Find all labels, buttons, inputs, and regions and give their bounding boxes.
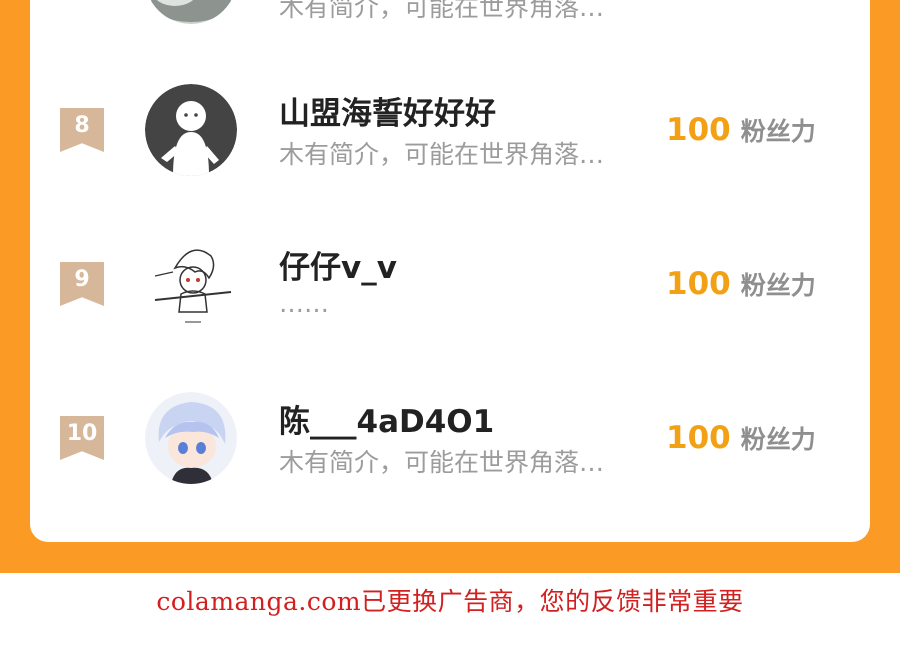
anime-avatar-icon [145,392,237,484]
fans-unit-label: 粉丝力 [740,117,816,146]
fans-count: 100 [666,112,731,148]
user-bio: 木有简介，可能在世界角落… [279,140,605,169]
fans-score: 100 粉丝力 [666,266,816,302]
fans-unit-label: 粉丝力 [740,425,816,454]
default-avatar-icon [145,84,237,176]
fans-count: 100 [666,266,731,302]
user-bio: 木有简介，可能在世界角落… [279,0,605,22]
avatar[interactable] [145,84,237,176]
avatar[interactable] [145,392,237,484]
user-name[interactable]: 山盟海誓好好好 [279,88,496,133]
fans-count: 100 [666,420,731,456]
user-name[interactable]: 陈___4aD4O1 [279,396,494,441]
fans-score: 100 粉丝力 [666,112,816,148]
ad-notice-text: colamanga.com已更换广告商，您的反馈非常重要 [156,587,744,616]
user-bio: …… [279,289,329,318]
user-bio: 木有简介，可能在世界角落… [279,448,605,477]
fans-score: 100 粉丝力 [666,420,816,456]
sketch-avatar-icon [145,238,237,330]
avatar[interactable] [145,238,237,330]
user-name[interactable]: 仔仔v_v [279,242,397,287]
fans-unit-label: 粉丝力 [740,271,816,300]
